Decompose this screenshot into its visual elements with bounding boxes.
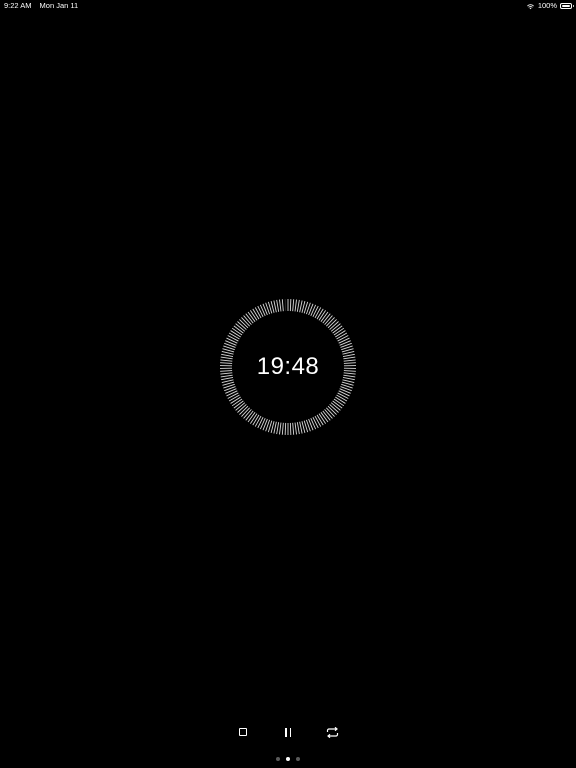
status-date: Mon Jan 11 [39,1,79,10]
battery-fill [562,5,570,7]
status-bar: 9:22 AM Mon Jan 11 100% [0,0,576,12]
pause-icon [285,727,291,737]
timer-display: 19:48 [256,353,320,380]
battery-percentage: 100% [537,1,557,10]
timer-screen: 9:22 AM Mon Jan 11 100% 19:48 [0,0,576,768]
repeat-icon [326,726,338,738]
pause-button[interactable] [278,722,298,742]
status-time: 9:22 AM [4,1,32,10]
battery-icon [560,3,574,9]
page-dot[interactable] [296,757,300,761]
page-dot[interactable] [286,757,290,761]
playback-controls [0,722,576,742]
status-right: 100% [526,0,574,12]
page-indicator[interactable] [0,757,576,763]
wifi-icon [526,3,534,9]
status-left: 9:22 AM Mon Jan 11 [4,0,78,12]
countdown-ring[interactable]: 19:48 [218,297,358,437]
stop-button[interactable] [233,722,253,742]
repeat-button[interactable] [322,722,342,742]
stop-icon [239,728,247,736]
page-dot[interactable] [276,757,280,761]
